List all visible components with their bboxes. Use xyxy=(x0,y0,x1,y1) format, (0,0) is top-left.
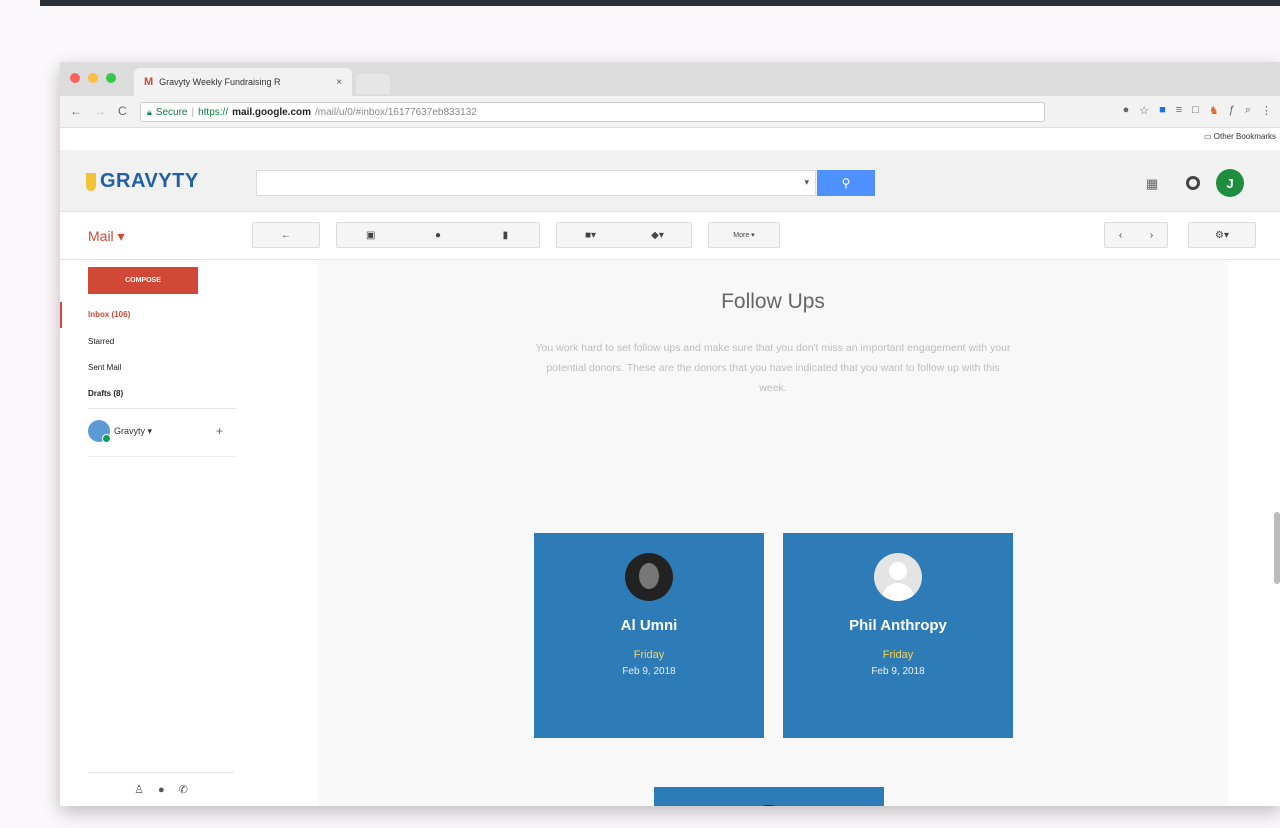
record-icon[interactable]: ● xyxy=(1123,104,1130,117)
move-label-group: ■▾ ◆▾ xyxy=(556,222,692,248)
nav-item-inbox[interactable]: Inbox (106) xyxy=(88,310,130,319)
avatar-letter: J xyxy=(1226,175,1234,191)
extension-search-icon[interactable]: ⌕ xyxy=(1245,104,1251,117)
pagination-group: ‹ › xyxy=(1104,222,1168,248)
new-tab-button[interactable] xyxy=(356,74,390,94)
follow-up-day: Friday xyxy=(882,649,914,661)
url-bar[interactable]: 🔒︎ Secure | https://mail.google.com/mail… xyxy=(140,102,1045,122)
left-nav: COMPOSE Inbox (106) Starred Sent Mail Dr… xyxy=(60,260,318,806)
nav-item-drafts[interactable]: Drafts (8) xyxy=(88,389,123,398)
maximize-window-button[interactable] xyxy=(106,73,116,83)
reload-icon[interactable]: C xyxy=(118,104,127,118)
donor-photo-placeholder xyxy=(874,553,922,601)
delete-icon[interactable]: ▮ xyxy=(472,230,539,241)
extension-icons: ● ☆ ■ ≡ □ ♞ ƒ ⌕ ⋮ xyxy=(1123,104,1272,117)
archive-spam-delete-group: ▣ ● ▮ xyxy=(336,222,540,248)
nav-divider xyxy=(88,408,236,409)
url-host: mail.google.com xyxy=(232,106,312,118)
logo-text: GRAVYTY xyxy=(100,170,199,192)
url-path: /mail/u/0/#inbox/16177637eb833132 xyxy=(315,106,477,118)
menu-icon[interactable]: ⋮ xyxy=(1261,104,1272,117)
report-spam-icon[interactable]: ● xyxy=(404,230,471,241)
browser-tab[interactable]: M Gravyty Weekly Fundraising R × xyxy=(134,68,352,96)
gravyty-logo-mark-icon xyxy=(86,172,96,191)
screen-top-bar xyxy=(40,0,1280,6)
donor-card[interactable]: Phil Anthropy Friday Feb 9, 2018 xyxy=(783,533,1013,738)
apps-grid-icon[interactable]: ▦ xyxy=(1146,176,1158,192)
extension-blue-icon[interactable]: ■ xyxy=(1159,104,1166,117)
hangouts-add-icon[interactable]: + xyxy=(216,424,223,438)
gear-icon: ⚙▾ xyxy=(1215,229,1229,241)
secure-label: Secure xyxy=(155,106,188,118)
hangouts-chat-icon[interactable]: ● xyxy=(158,784,165,796)
search-input[interactable]: ▾ xyxy=(256,170,816,196)
follow-ups-title: Follow Ups xyxy=(721,290,825,313)
more-button[interactable]: More ▾ xyxy=(708,222,780,248)
browser-window: M Gravyty Weekly Fundraising R × ← → C 🔒… xyxy=(60,62,1280,806)
hangouts-footer: ♙ ● ✆ xyxy=(88,772,234,806)
archive-icon[interactable]: ▣ xyxy=(337,230,404,241)
tab-strip: M Gravyty Weekly Fundraising R × xyxy=(60,62,1280,96)
extension-font-icon[interactable]: ƒ xyxy=(1229,104,1235,117)
back-to-inbox-button[interactable]: ← xyxy=(252,222,320,248)
donor-photo xyxy=(625,553,673,601)
extension-figure-icon[interactable]: ♞ xyxy=(1209,104,1219,117)
tab-title: Gravyty Weekly Fundraising R xyxy=(159,77,281,87)
hangouts-user-name: Gravyty ▾ xyxy=(114,425,153,436)
follow-up-day: Friday xyxy=(633,649,665,661)
address-bar-row: ← → C 🔒︎ Secure | https://mail.google.co… xyxy=(60,96,1280,128)
follow-up-date: Feb 9, 2018 xyxy=(622,666,676,677)
scrollbar-thumb[interactable] xyxy=(1274,512,1280,584)
contacts-person-icon[interactable]: ♙ xyxy=(134,783,144,796)
gmail-favicon-icon: M xyxy=(144,76,154,88)
nav-divider xyxy=(88,456,236,457)
other-bookmarks[interactable]: ▭ Other Bookmarks xyxy=(1204,132,1276,141)
move-to-folder-icon[interactable]: ■▾ xyxy=(557,230,624,241)
notifications-icon[interactable] xyxy=(1186,176,1200,190)
minimize-window-button[interactable] xyxy=(88,73,98,83)
back-arrow-icon: ← xyxy=(281,229,291,241)
right-side-panel xyxy=(1228,260,1280,806)
other-bookmarks-label: Other Bookmarks xyxy=(1213,132,1276,141)
donor-name: Phil Anthropy xyxy=(849,617,947,634)
follow-up-date: Feb 9, 2018 xyxy=(871,666,925,677)
follow-ups-description: You work hard to set follow ups and make… xyxy=(535,342,1011,394)
donor-card[interactable] xyxy=(654,787,884,806)
gmail-header: GRAVYTY ▾ ⚲ ▦ J xyxy=(60,150,1280,212)
phone-icon[interactable]: ✆ xyxy=(179,783,188,796)
search-options-caret-icon[interactable]: ▾ xyxy=(804,177,809,188)
nav-item-sent-mail[interactable]: Sent Mail xyxy=(88,363,121,372)
search-icon: ⚲ xyxy=(841,176,851,190)
account-avatar[interactable]: J xyxy=(1216,169,1244,197)
active-nav-marker xyxy=(60,302,62,328)
labels-tag-icon[interactable]: ◆▾ xyxy=(624,230,691,241)
search-button[interactable]: ⚲ xyxy=(817,170,875,196)
bookmark-star-icon[interactable]: ☆ xyxy=(1139,104,1149,117)
mail-menu[interactable]: Mail ▾ xyxy=(88,228,125,245)
hangouts-user[interactable]: Gravyty ▾ xyxy=(88,420,153,443)
url-separator: | xyxy=(191,106,195,118)
user-avatar-icon xyxy=(88,420,111,443)
donor-card[interactable]: Al Umni Friday Feb 9, 2018 xyxy=(534,533,764,738)
lock-icon: 🔒︎ xyxy=(147,106,152,117)
extension-box-icon[interactable]: □ xyxy=(1192,104,1199,117)
newer-chevron-right-icon[interactable]: › xyxy=(1136,230,1167,241)
compose-button[interactable]: COMPOSE xyxy=(88,267,198,294)
back-arrow-icon[interactable]: ← xyxy=(70,104,82,118)
url-protocol: https:// xyxy=(198,106,229,118)
nav-item-starred[interactable]: Starred xyxy=(88,337,114,346)
close-window-button[interactable] xyxy=(70,73,80,83)
settings-button[interactable]: ⚙▾ xyxy=(1188,222,1256,248)
mail-toolbar: Mail ▾ ← ▣ ● ▮ ■▾ ◆▾ More ▾ ‹ › ⚙▾ xyxy=(60,212,1280,260)
message-body: Follow Ups You work hard to set follow u… xyxy=(318,260,1228,806)
donor-photo xyxy=(745,805,793,806)
extension-list-icon[interactable]: ≡ xyxy=(1176,104,1182,117)
donor-name: Al Umni xyxy=(620,617,678,634)
gravyty-logo[interactable]: GRAVYTY xyxy=(86,170,199,193)
forward-arrow-icon[interactable]: → xyxy=(94,104,106,118)
older-chevron-left-icon[interactable]: ‹ xyxy=(1105,230,1136,241)
tab-close-icon[interactable]: × xyxy=(336,77,342,88)
